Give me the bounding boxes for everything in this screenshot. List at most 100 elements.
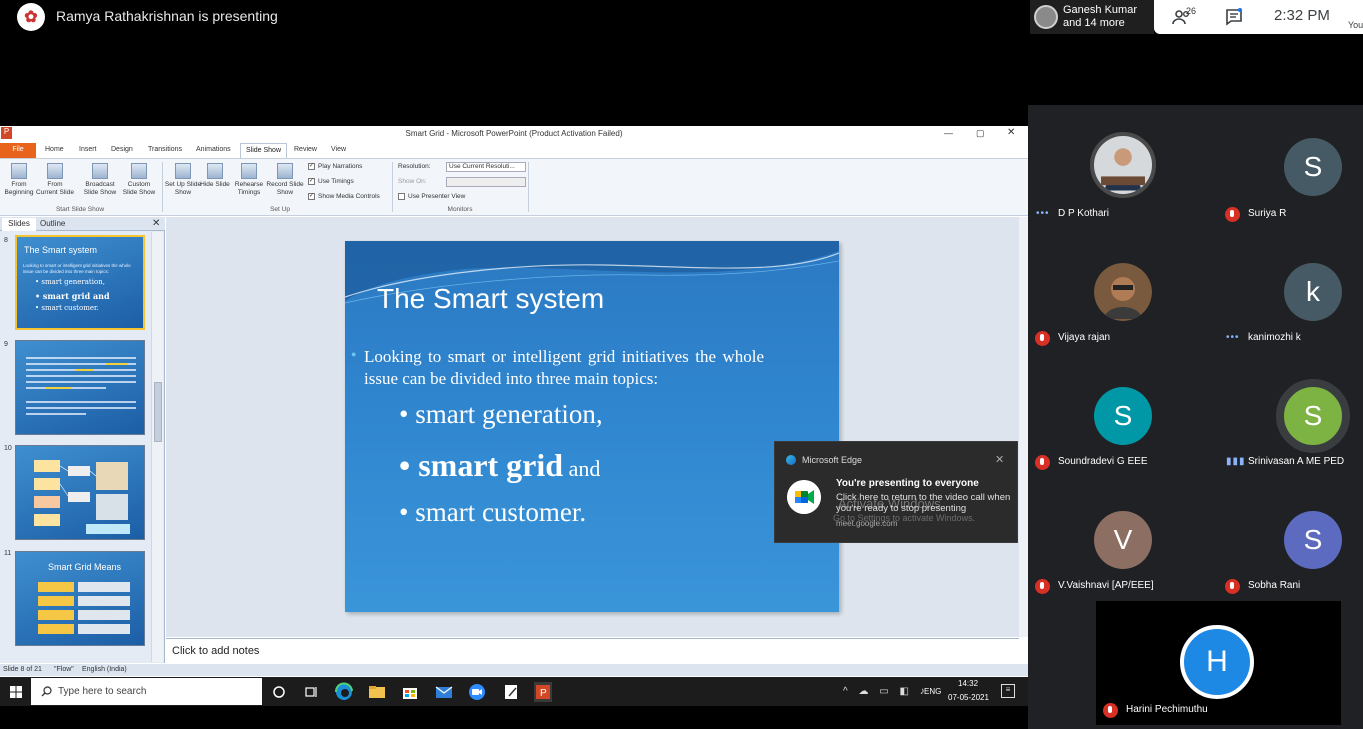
taskbar-date: 07-05-2021 — [948, 693, 989, 702]
custom-show-button[interactable]: Custom Slide Show — [120, 163, 158, 197]
rehearse-button[interactable]: Rehearse Timings — [230, 163, 268, 197]
tab-review[interactable]: Review — [294, 146, 317, 153]
close-icon[interactable]: ✕ — [152, 218, 160, 229]
chat-icon[interactable] — [1224, 7, 1244, 27]
tab-slide-show[interactable]: Slide Show — [240, 143, 287, 158]
close-button[interactable]: ✕ — [1007, 127, 1015, 138]
group-label: Monitors — [447, 206, 473, 213]
tab-design[interactable]: Design — [111, 146, 133, 153]
tab-view[interactable]: View — [331, 146, 346, 153]
panel-tabs: Slides Outline ✕ — [0, 217, 165, 231]
play-narrations-checkbox[interactable]: ✓ Play Narrations — [308, 163, 362, 170]
thumb-bullet: • smart generation, — [35, 278, 105, 286]
file-explorer-icon[interactable] — [367, 682, 387, 702]
hide-slide-button[interactable]: Hide Slide — [196, 163, 234, 189]
system-tray-icons[interactable]: ^ ☁ ▭ ◧ ♪ — [843, 686, 929, 697]
participant-tile[interactable]: V V.Vaishnavi [AP/EEE] — [1028, 477, 1218, 601]
participant-tile[interactable]: k ••• kanimozhi k — [1218, 229, 1363, 353]
store-icon[interactable] — [400, 682, 420, 702]
taskbar-search[interactable]: Type here to search — [31, 678, 262, 705]
from-current-button[interactable]: From Current Slide — [36, 163, 74, 197]
thumb-title: The Smart system — [24, 245, 98, 255]
slide-bullet: • smart grid and — [399, 447, 600, 484]
edge-icon[interactable] — [334, 682, 354, 702]
presenter-view-checkbox[interactable]: Use Presenter View — [398, 193, 465, 200]
powerpoint-taskbar-icon[interactable]: P — [533, 682, 553, 702]
search-placeholder: Type here to search — [58, 686, 147, 697]
broadcast-button[interactable]: Broadcast Slide Show — [81, 163, 119, 197]
notes-pane[interactable]: Click to add notes — [166, 638, 1019, 663]
participants-chip[interactable]: Ganesh Kumar and 14 more — [1030, 0, 1154, 34]
task-view-icon[interactable] — [301, 682, 321, 702]
notification-icon[interactable]: ≡ — [1001, 684, 1015, 698]
bullet-text: • smart grid — [399, 447, 564, 483]
zoom-icon[interactable] — [467, 682, 487, 702]
cortana-icon[interactable] — [269, 682, 289, 702]
powerpoint-title-bar: P Smart Grid - Microsoft PowerPoint (Pro… — [0, 126, 1028, 142]
button-label: Record Slide Show — [266, 181, 304, 196]
clock: 2:32 PM — [1274, 7, 1330, 24]
thumb-number: 9 — [4, 341, 8, 348]
tab-home[interactable]: Home — [45, 146, 64, 153]
windows-taskbar: Type here to search P ^ ☁ ▭ ◧ ♪ ENG 14:3… — [0, 677, 1028, 706]
tab-slides[interactable]: Slides — [2, 218, 36, 231]
window-title: Smart Grid - Microsoft PowerPoint (Produ… — [405, 129, 623, 138]
edge-notification[interactable]: Microsoft Edge ✕ You're presenting to ev… — [774, 441, 1018, 543]
notes-app-icon[interactable] — [501, 682, 521, 702]
bullet-text: and — [563, 456, 601, 481]
tab-insert[interactable]: Insert — [79, 146, 97, 153]
thumb-number: 8 — [4, 237, 8, 244]
participant-name: Soundradevi G EEE — [1058, 456, 1148, 467]
bullet-icon: ● — [351, 349, 357, 359]
presenter-status: Ramya Rathakrishnan is presenting — [56, 8, 278, 24]
show-media-checkbox[interactable]: ✓ Show Media Controls — [308, 193, 380, 200]
participant-tile[interactable]: S ▮▮▮ Srinivasan A ME PED — [1218, 353, 1363, 477]
status-theme: "Flow" — [54, 666, 74, 673]
checkbox-label: Use Presenter View — [408, 193, 466, 201]
tab-outline[interactable]: Outline — [40, 219, 65, 228]
avatar: S — [1276, 379, 1350, 453]
participant-tile[interactable]: S Soundradevi G EEE — [1028, 353, 1218, 477]
tab-transitions[interactable]: Transitions — [148, 146, 182, 153]
slide-thumb-8[interactable]: The Smart system Looking to smart or int… — [15, 235, 145, 330]
avatar — [1094, 263, 1152, 321]
mail-icon[interactable] — [434, 682, 454, 702]
minimize-button[interactable]: — — [944, 128, 953, 138]
close-icon[interactable]: ✕ — [995, 453, 1004, 466]
windows-icon[interactable] — [10, 686, 22, 698]
use-timings-checkbox[interactable]: ✓ Use Timings — [308, 178, 354, 185]
slide-thumb-11[interactable]: Smart Grid Means — [15, 551, 145, 646]
language-indicator[interactable]: ENG — [924, 687, 941, 696]
participant-name: D P Kothari — [1058, 208, 1109, 219]
resolution-select[interactable]: Use Current Resoluti... — [446, 162, 526, 172]
notes-placeholder: Click to add notes — [172, 645, 260, 657]
participant-tile[interactable]: ••• D P Kothari — [1028, 105, 1218, 229]
slide-thumb-9[interactable] — [15, 340, 145, 435]
from-beginning-button[interactable]: From Beginning — [0, 163, 38, 197]
rehearse-icon — [241, 163, 257, 179]
canvas-scrollbar[interactable] — [1019, 217, 1028, 637]
button-label: Rehearse Timings — [234, 181, 264, 196]
slide-thumb-10[interactable] — [15, 445, 145, 540]
divider — [162, 162, 163, 212]
record-icon — [277, 163, 293, 179]
taskbar-time: 14:32 — [958, 679, 979, 688]
participant-tile[interactable]: S Sobha Rani — [1218, 477, 1363, 601]
maximize-button[interactable]: ▢ — [976, 128, 985, 139]
more-options-icon[interactable]: ••• — [1036, 208, 1050, 219]
participant-tile[interactable]: H Harini Pechimuthu — [1096, 601, 1341, 725]
panel-scrollbar[interactable] — [151, 232, 163, 662]
more-options-icon[interactable]: ••• — [1226, 332, 1240, 343]
activation-watermark-sub: Go to Settings to activate Windows. — [833, 513, 976, 523]
broadcast-icon — [92, 163, 108, 179]
show-on-label: Show On: — [398, 178, 427, 185]
current-slide[interactable]: The Smart system ● Looking to smart or i… — [345, 241, 839, 612]
record-button[interactable]: Record Slide Show — [266, 163, 304, 197]
participant-tile[interactable]: S Suriya R — [1218, 105, 1363, 229]
tab-animations[interactable]: Animations — [196, 146, 231, 153]
participant-tile[interactable]: Vijaya rajan — [1028, 229, 1218, 353]
you-label: You — [1348, 20, 1363, 30]
scroll-thumb[interactable] — [154, 382, 162, 442]
mic-off-icon — [1103, 703, 1118, 718]
tab-file[interactable]: File — [0, 143, 36, 158]
